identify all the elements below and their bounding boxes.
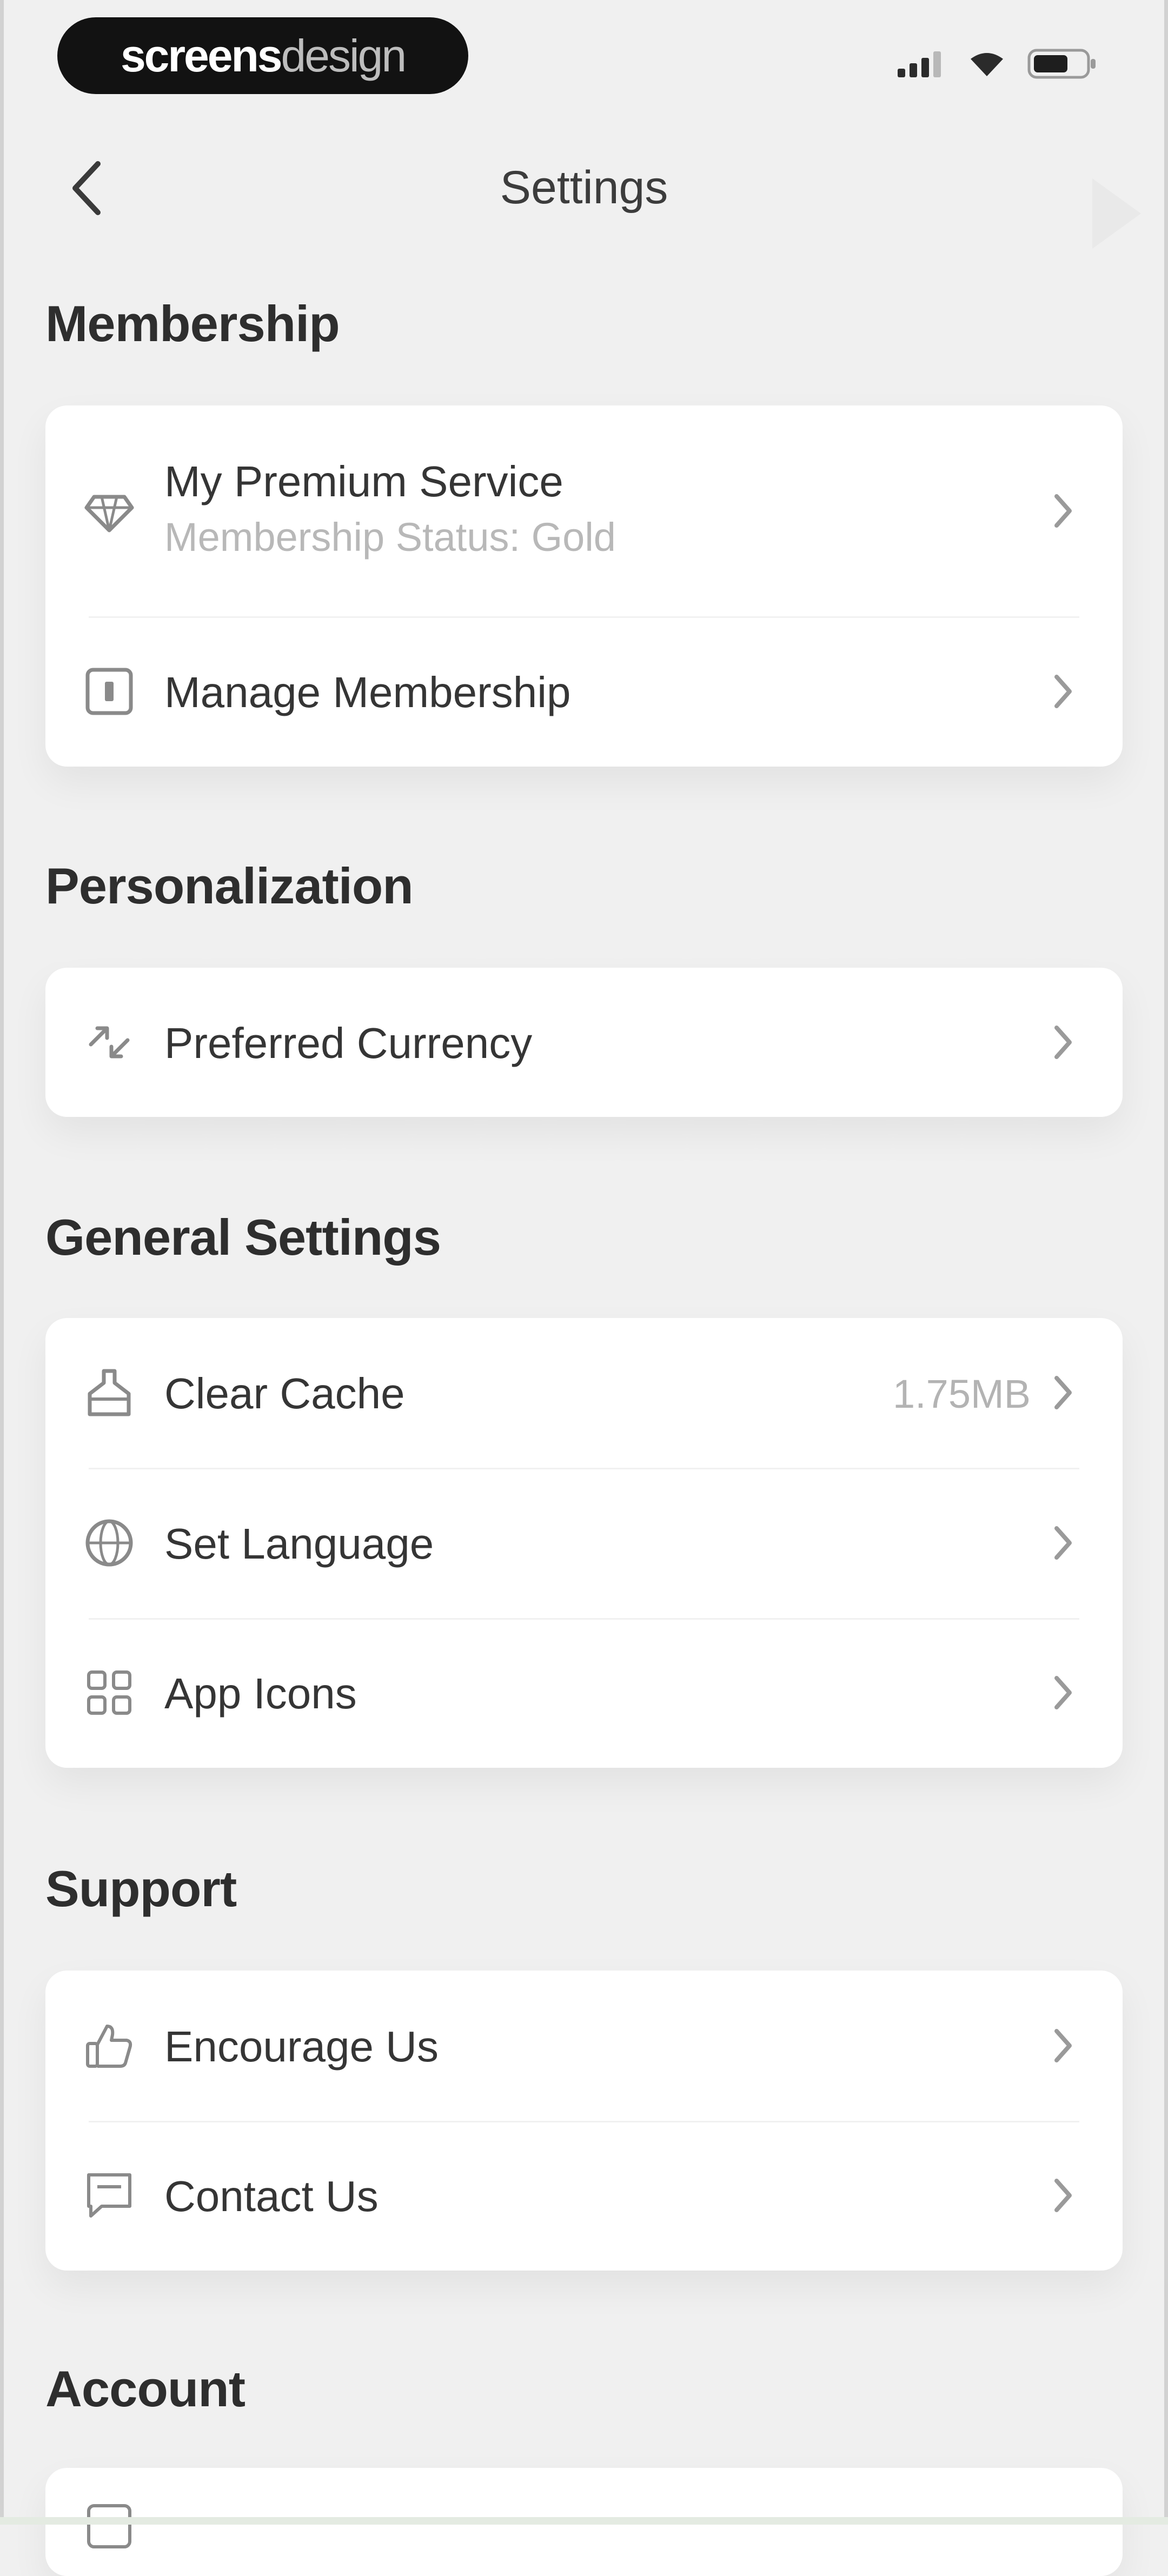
thumbs-up-icon [83, 2020, 135, 2072]
encourage-us-text: Encourage Us [164, 2022, 439, 2072]
row-contact-us[interactable]: Contact Us [45, 2121, 1123, 2271]
row-label: My Premium Service [164, 457, 563, 505]
bottom-edge-strip [0, 2517, 1168, 2525]
row-label: Set Language [164, 1520, 434, 1568]
app-icons-text: App Icons [164, 1669, 357, 1719]
currency-exchange-icon [83, 1016, 135, 1068]
chevron-right-icon [1047, 1371, 1079, 1414]
brand-text-secondary: design [281, 30, 407, 81]
section-title-personalization: Personalization [45, 857, 414, 914]
row-label: App Icons [164, 1669, 357, 1718]
nav-ghost-shape [1081, 173, 1146, 254]
support-card: Encourage Us Contact Us [45, 1971, 1123, 2271]
row-app-icons[interactable]: App Icons [45, 1618, 1123, 1768]
row-label: Preferred Currency [164, 1019, 533, 1067]
status-bar: screens design [0, 0, 1168, 119]
account-item-icon [83, 2500, 135, 2552]
globe-icon [83, 1517, 135, 1569]
contact-us-text: Contact Us [164, 2172, 379, 2221]
personalization-card: Preferred Currency [45, 968, 1123, 1117]
chevron-right-icon [1047, 1021, 1079, 1064]
diamond-icon [83, 485, 135, 537]
device-frame-right-edge [1164, 0, 1168, 2525]
chevron-right-icon [1047, 1521, 1079, 1565]
brand-text-primary: screens [120, 30, 283, 81]
section-title-account: Account [45, 2360, 245, 2417]
chevron-right-icon [1047, 2024, 1079, 2067]
chevron-right-icon [1047, 670, 1079, 713]
clear-cache-text: Clear Cache [164, 1369, 405, 1419]
row-set-language[interactable]: Set Language [45, 1468, 1123, 1618]
set-language-text: Set Language [164, 1519, 434, 1569]
chevron-right-icon [1047, 1671, 1079, 1714]
row-label: Manage Membership [164, 668, 571, 716]
row-label: Encourage Us [164, 2022, 439, 2071]
cellular-signal-icon [898, 50, 946, 80]
brand-watermark-pill: screens design [57, 17, 468, 94]
message-icon [83, 2169, 135, 2221]
wifi-icon [968, 50, 1006, 80]
page-title: Settings [500, 162, 668, 214]
membership-card: My Premium Service Membership Status: Go… [45, 405, 1123, 767]
membership-card-icon [83, 665, 135, 717]
navigation-bar: Settings [0, 135, 1168, 249]
premium-service-text: My Premium Service Membership Status: Go… [164, 457, 616, 560]
status-icons [898, 49, 1098, 82]
membership-status-text: Membership Status: Gold [164, 515, 616, 560]
general-settings-card: Clear Cache 1.75MB Set Language App Icon… [45, 1318, 1123, 1768]
app-grid-icon [83, 1667, 135, 1719]
row-clear-cache[interactable]: Clear Cache 1.75MB [45, 1318, 1123, 1468]
manage-membership-text: Manage Membership [164, 668, 570, 717]
chevron-right-icon [1047, 2174, 1079, 2217]
row-label: Contact Us [164, 2172, 379, 2220]
row-encourage-us[interactable]: Encourage Us [45, 1971, 1123, 2121]
section-title-support: Support [45, 1860, 237, 1917]
section-title-membership: Membership [45, 295, 340, 352]
row-manage-membership[interactable]: Manage Membership [45, 616, 1123, 767]
broom-icon [83, 1367, 135, 1419]
section-title-general-settings: General Settings [45, 1209, 441, 1266]
chevron-right-icon [1047, 489, 1079, 532]
battery-icon [1027, 49, 1098, 82]
cache-size-value: 1.75MB [892, 1372, 1031, 1416]
row-preferred-currency[interactable]: Preferred Currency [45, 968, 1123, 1117]
row-my-premium-service[interactable]: My Premium Service Membership Status: Go… [45, 405, 1123, 616]
preferred-currency-text: Preferred Currency [164, 1019, 532, 1068]
row-label: Clear Cache [164, 1369, 405, 1417]
device-frame-left-edge [0, 0, 4, 2525]
